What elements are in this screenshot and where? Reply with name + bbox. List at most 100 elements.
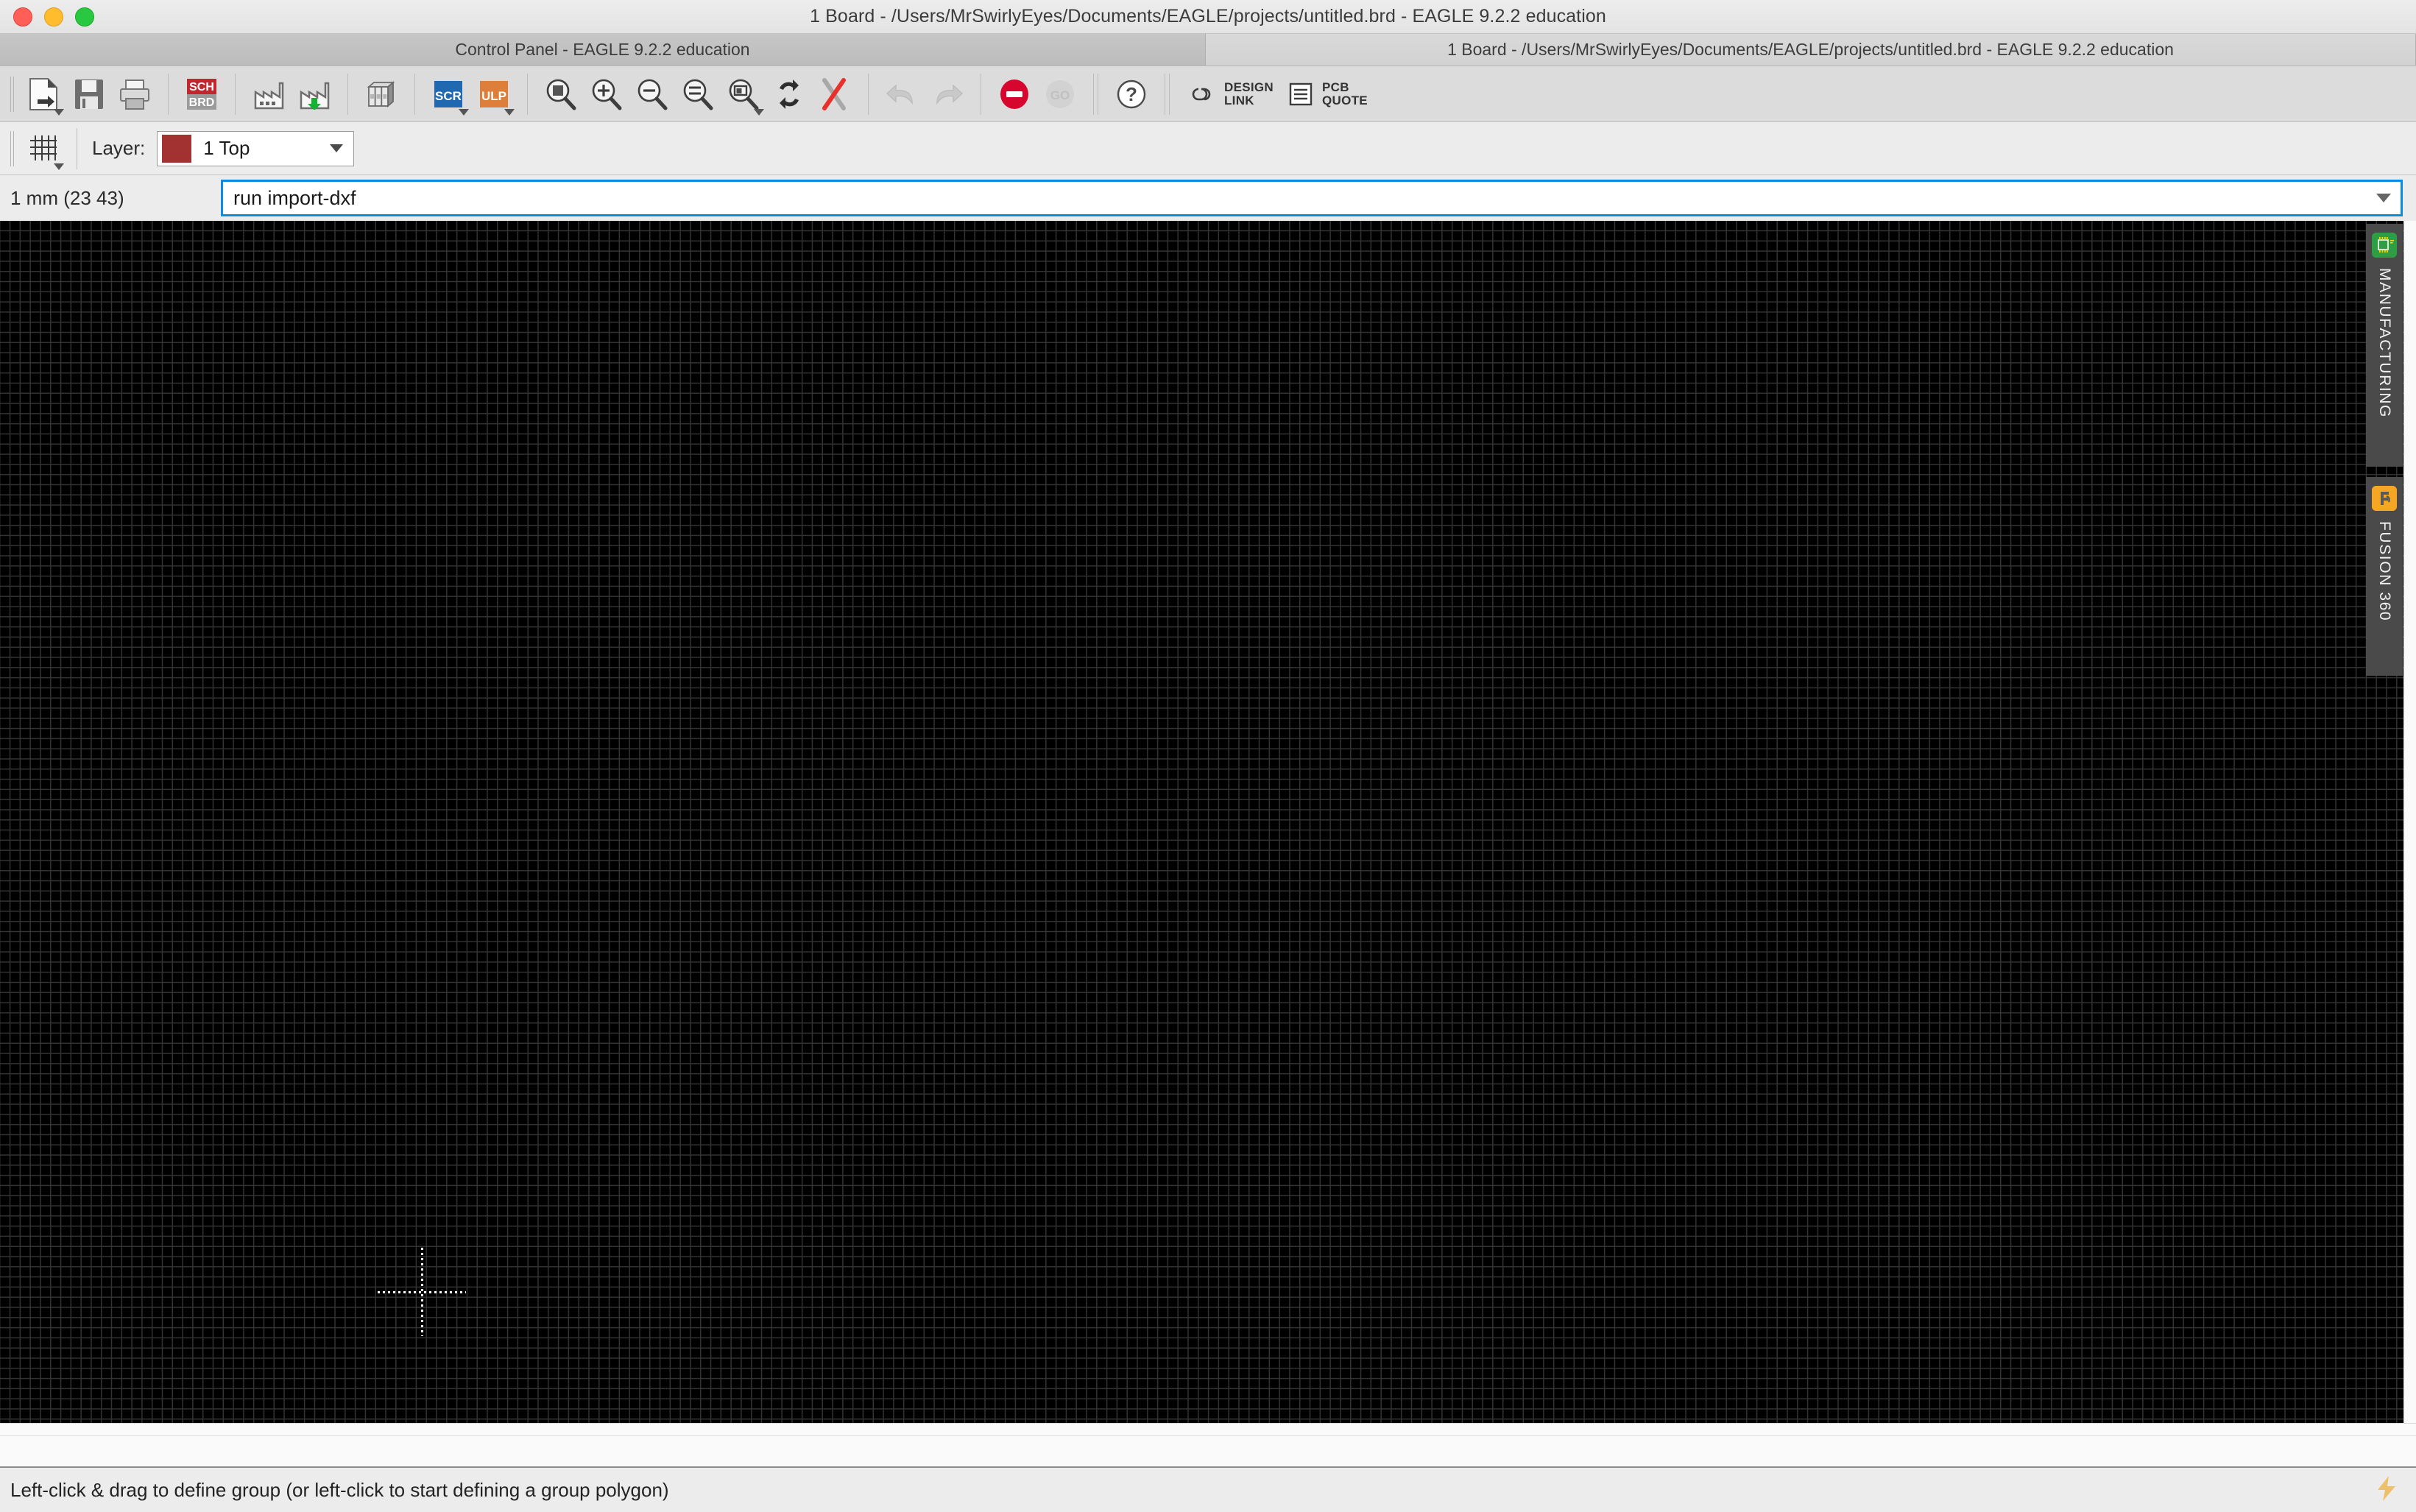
side-tab-fusion-360[interactable]: FUSION 360 (2366, 477, 2403, 676)
new-document-dropdown-caret[interactable] (54, 108, 64, 116)
save-floppy-icon (75, 79, 103, 109)
zoom-fit-button[interactable] (538, 71, 584, 117)
run-ulp-button[interactable]: ULP (471, 71, 517, 117)
zoom-region-dropdown-caret[interactable] (754, 108, 764, 116)
status-spacer (0, 1435, 2416, 1466)
switch-to-schematic-button[interactable]: SCH BRD (179, 71, 225, 117)
command-input[interactable]: run import-dxf (221, 180, 2403, 216)
status-message: Left-click & drag to define group (or le… (10, 1478, 669, 1501)
svg-text:SCR: SCR (435, 89, 462, 103)
undo-arrow-icon (886, 83, 913, 105)
zoom-region-button[interactable] (721, 71, 766, 117)
close-button[interactable] (13, 7, 32, 27)
print-button[interactable] (112, 71, 158, 117)
window-title-bar: 1 Board - /Users/MrSwirlyEyes/Documents/… (0, 0, 2416, 34)
grid-dropdown-caret[interactable] (54, 163, 64, 170)
document-tab-bar: Control Panel - EAGLE 9.2.2 education 1 … (0, 34, 2416, 66)
fusion-f-icon (2372, 486, 2397, 511)
command-bar: 1 mm (23 43) run import-dxf (0, 175, 2416, 221)
zoom-select-button[interactable] (675, 71, 721, 117)
document-lines-icon (1289, 82, 1313, 105)
question-mark-icon: ? (1117, 80, 1146, 108)
toolbar-separator (868, 73, 869, 115)
factory-download-icon (300, 82, 330, 110)
layer-selected-value: 1 Top (203, 137, 250, 159)
stop-button[interactable] (992, 71, 1037, 117)
tab-control-panel[interactable]: Control Panel - EAGLE 9.2.2 education (0, 34, 1206, 66)
toolbar-separator (414, 73, 415, 115)
status-bar: Left-click & drag to define group (or le… (0, 1466, 2416, 1512)
layer-toolbar: Layer: 1 Top (0, 122, 2416, 175)
design-link-label-line1: DESIGN (1224, 80, 1274, 95)
design-link-button[interactable]: DESIGN LINK (1180, 71, 1281, 117)
library-manager-button[interactable] (358, 71, 404, 117)
toolbar-drag-handle[interactable] (9, 76, 16, 112)
vertical-scrollbar[interactable] (2403, 221, 2416, 1435)
toolbar-separator (1093, 73, 1098, 115)
tab-board-editor[interactable]: 1 Board - /Users/MrSwirlyEyes/Documents/… (1206, 34, 2416, 66)
side-tab-manufacturing-label: MANUFACTURING (2376, 268, 2393, 418)
run-ulp-dropdown-caret[interactable] (504, 108, 515, 116)
toolbar-separator (235, 73, 236, 115)
drc-button[interactable] (812, 71, 858, 117)
zoom-out-button[interactable] (629, 71, 675, 117)
zoom-region-icon (729, 79, 759, 110)
help-button[interactable]: ? (1109, 71, 1154, 117)
new-document-button[interactable] (21, 71, 66, 117)
zoom-equal-icon (683, 79, 713, 110)
go-button[interactable]: GO (1037, 71, 1083, 117)
window-controls (13, 7, 94, 27)
design-link-label-line2: LINK (1224, 93, 1254, 107)
run-script-dropdown-caret[interactable] (459, 108, 469, 116)
eagle-board-editor-window: 1 Board - /Users/MrSwirlyEyes/Documents/… (0, 0, 2416, 1512)
redo-button[interactable] (925, 71, 970, 117)
drc-x-icon (822, 77, 846, 110)
go-icon: GO (1046, 80, 1074, 108)
pcb-quote-label-line2: QUOTE (1321, 93, 1368, 107)
pcb-quote-button[interactable]: PCB QUOTE (1281, 71, 1375, 117)
command-input-wrapper: run import-dxf (221, 180, 2403, 216)
horizontal-scrollbar[interactable] (0, 1423, 2416, 1435)
board-canvas[interactable]: MANUFACTURING FUSION 360 (0, 221, 2416, 1435)
svg-text:SCH: SCH (189, 81, 214, 93)
minimize-button[interactable] (44, 7, 63, 27)
save-button[interactable] (66, 71, 112, 117)
grid-icon (30, 135, 57, 160)
side-tab-manufacturing[interactable]: MANUFACTURING (2366, 224, 2403, 467)
toolbar-separator (527, 73, 528, 115)
svg-text:BRD: BRD (189, 96, 215, 109)
zoom-button[interactable] (75, 7, 94, 27)
run-script-button[interactable]: SCR (425, 71, 471, 117)
zoom-in-icon (592, 79, 622, 110)
scr-icon: SCR (434, 80, 462, 107)
layer-toolbar-drag-handle[interactable] (9, 130, 16, 166)
undo-button[interactable] (879, 71, 925, 117)
zoom-out-icon (637, 79, 668, 110)
redo-arrow-icon (936, 83, 964, 105)
refresh-icon (780, 79, 799, 109)
toolbar-separator (1165, 73, 1170, 115)
svg-text:?: ? (1126, 83, 1137, 105)
chain-link-icon (1192, 88, 1211, 100)
command-history-dropdown-icon[interactable] (2376, 194, 2391, 202)
cam-processor-button[interactable] (246, 71, 292, 117)
window-title: 1 Board - /Users/MrSwirlyEyes/Documents/… (810, 6, 1606, 27)
ulp-icon: ULP (480, 80, 508, 107)
canvas-grid (0, 221, 2416, 1435)
side-tab-fusion-360-label: FUSION 360 (2376, 521, 2393, 622)
pcb-chip-icon (2372, 233, 2397, 258)
redraw-button[interactable] (766, 71, 812, 117)
manufacturing-export-button[interactable] (292, 71, 337, 117)
new-file-icon (29, 77, 57, 110)
grid-settings-button[interactable] (21, 126, 66, 172)
lightning-bolt-icon[interactable] (2372, 1474, 2401, 1507)
zoom-in-button[interactable] (584, 71, 629, 117)
chevron-down-icon[interactable] (330, 144, 344, 152)
layer-label: Layer: (92, 137, 146, 159)
zoom-fit-icon (546, 79, 576, 110)
layer-selector[interactable]: 1 Top (157, 130, 355, 166)
toolbar-separator (347, 73, 348, 115)
main-toolbar: SCH BRD SCR ULP GO ? DESIGN LINK PCB QUO… (0, 66, 2416, 122)
tab-board-editor-label: 1 Board - /Users/MrSwirlyEyes/Documents/… (1447, 40, 2174, 59)
layer-color-swatch (162, 134, 192, 163)
